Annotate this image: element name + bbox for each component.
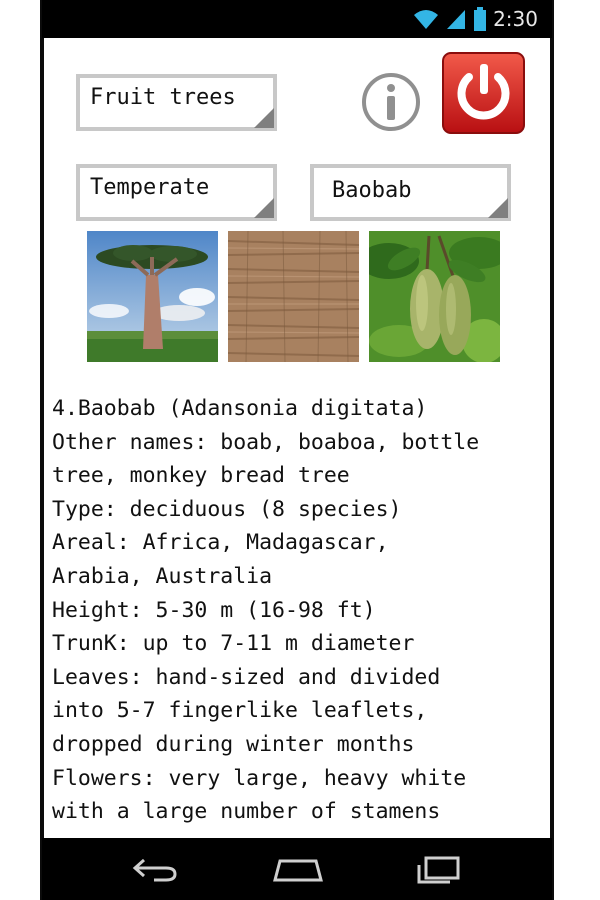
info-line: with a large number of stamens — [52, 799, 441, 825]
status-time: 2:30 — [493, 7, 538, 31]
baobab-bark-photo — [228, 231, 359, 362]
category-spinner-label: Fruit trees — [90, 85, 236, 110]
info-line: Type: deciduous (8 species) — [52, 496, 402, 522]
home-icon[interactable] — [272, 858, 324, 882]
dropdown-corner-icon — [254, 198, 274, 218]
battery-icon — [474, 7, 487, 31]
info-line: Areal: Africa, Madagascar, — [52, 530, 389, 556]
dropdown-corner-icon — [488, 198, 508, 218]
signal-icon — [447, 10, 466, 29]
screen-edge-right — [550, 0, 554, 900]
dropdown-corner-icon — [254, 108, 274, 128]
info-line: Flowers: very large, heavy white — [52, 765, 467, 791]
climate-spinner[interactable]: Temperate — [76, 164, 277, 221]
info-line: TrunK: up to 7-11 m diameter — [52, 631, 415, 657]
info-line: tree, monkey bread tree — [52, 463, 350, 489]
info-line: Height: 5-30 m (16-98 ft) — [52, 597, 376, 623]
status-bar: 2:30 — [42, 0, 552, 38]
info-icon[interactable] — [361, 72, 421, 132]
recents-icon[interactable] — [414, 855, 462, 885]
screen-edge-left — [40, 0, 44, 900]
power-icon[interactable] — [442, 52, 525, 134]
baobab-tree-photo — [87, 231, 218, 362]
category-spinner[interactable]: Fruit trees — [76, 74, 277, 131]
status-icons: 2:30 — [413, 5, 538, 33]
tree-spinner[interactable]: Baobab — [310, 164, 511, 221]
info-line: into 5-7 fingerlike leaflets, — [52, 698, 428, 724]
climate-spinner-label: Temperate — [90, 175, 210, 200]
info-line: Other names: boab, boaboa, bottle — [52, 429, 480, 455]
info-line: Leaves: hand-sized and divided — [52, 664, 441, 690]
info-line: 4.Baobab (Adansonia digitata) — [52, 396, 428, 421]
baobab-fruit-photo — [369, 231, 500, 362]
back-icon[interactable] — [132, 857, 178, 883]
tree-info-text: 4.Baobab (Adansonia digitata) Other name… — [52, 392, 550, 829]
info-line: Arabia, Australia — [52, 563, 273, 589]
wifi-icon — [414, 10, 439, 29]
info-line: dropped during winter months — [52, 731, 415, 757]
tree-spinner-label: Baobab — [332, 178, 412, 203]
navigation-bar — [42, 838, 552, 900]
